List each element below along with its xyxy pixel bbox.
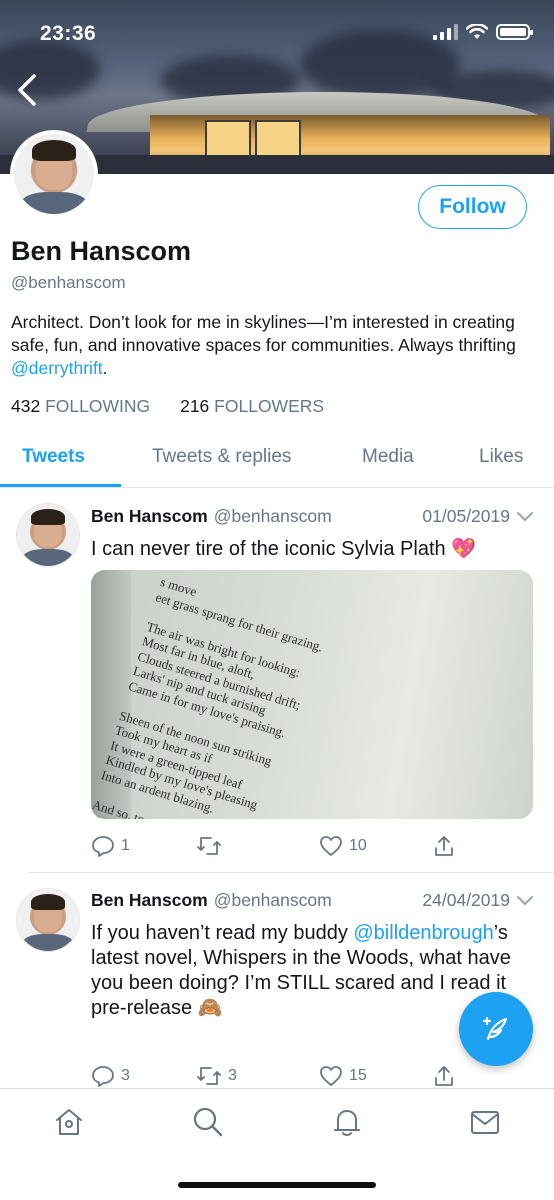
status-time: 23:36 xyxy=(40,22,97,45)
tweet-avatar[interactable] xyxy=(16,888,80,952)
tab-tweets[interactable]: Tweets xyxy=(22,446,85,468)
chevron-left-icon[interactable] xyxy=(12,70,46,110)
like-count: 15 xyxy=(349,1067,367,1084)
like-button[interactable]: 10 xyxy=(319,834,433,858)
notifications-icon[interactable] xyxy=(330,1105,364,1139)
tab-tweets-replies[interactable]: Tweets & replies xyxy=(152,446,291,468)
tweet-actions: 3 3 15 xyxy=(91,1064,531,1088)
tweet-date-row: 24/04/2019 xyxy=(422,890,534,911)
followers-number: 216 xyxy=(180,396,210,416)
home-icon[interactable] xyxy=(52,1105,86,1139)
tweet-author-name[interactable]: Ben Hanscom xyxy=(91,506,208,527)
like-count: 10 xyxy=(349,837,367,854)
tweet-author-name[interactable]: Ben Hanscom xyxy=(91,890,208,911)
profile-name: Ben Hanscom xyxy=(11,236,192,266)
tweet-avatar[interactable] xyxy=(16,503,80,567)
following-label: FOLLOWING xyxy=(45,396,151,416)
wifi-icon xyxy=(466,24,488,39)
retweet-button[interactable]: 3 xyxy=(196,1064,319,1088)
follow-counts: 432 FOLLOWING 216 FOLLOWERS xyxy=(11,396,324,417)
tweet-date: 24/04/2019 xyxy=(422,890,510,910)
profile-handle: @benhanscom xyxy=(11,273,126,292)
following-count[interactable]: 432 FOLLOWING xyxy=(11,396,150,417)
retweet-icon xyxy=(197,1067,221,1085)
tweet-date: 01/05/2019 xyxy=(422,506,510,526)
tweet-author-handle: @benhanscom xyxy=(213,506,332,526)
bio-link[interactable]: @derrythrift xyxy=(11,358,103,378)
followers-count[interactable]: 216 FOLLOWERS xyxy=(180,396,324,417)
bio-end: . xyxy=(102,358,108,378)
share-button[interactable] xyxy=(433,834,455,858)
tweet-text: If you haven’t read my buddy @billdenbro… xyxy=(91,921,531,1021)
share-button[interactable] xyxy=(433,1064,455,1088)
followers-label: FOLLOWERS xyxy=(214,396,325,416)
following-number: 432 xyxy=(11,396,41,416)
status-bar: 23:36 xyxy=(0,0,554,64)
reply-icon xyxy=(92,1066,114,1087)
like-button[interactable]: 15 xyxy=(319,1064,433,1088)
tweet[interactable]: Ben Hanscom @benhanscom 01/05/2019 I can… xyxy=(0,488,554,872)
reply-button[interactable]: 1 xyxy=(91,834,196,858)
compose-tweet-button[interactable] xyxy=(459,992,533,1066)
tweet-date-row: 01/05/2019 xyxy=(422,506,534,527)
messages-icon[interactable] xyxy=(468,1105,502,1139)
home-indicator[interactable] xyxy=(178,1182,376,1188)
share-icon xyxy=(435,836,453,856)
follow-button[interactable]: Follow xyxy=(418,185,527,229)
profile-bio: Architect. Don’t look for me in skylines… xyxy=(11,311,531,380)
tab-media[interactable]: Media xyxy=(362,446,414,468)
search-icon[interactable] xyxy=(191,1105,225,1139)
chevron-down-icon[interactable] xyxy=(516,895,534,907)
tweet-text: I can never tire of the iconic Sylvia Pl… xyxy=(91,538,477,560)
reply-button[interactable]: 3 xyxy=(91,1064,196,1088)
tab-likes[interactable]: Likes xyxy=(479,446,523,468)
tweet-header: Ben Hanscom @benhanscom xyxy=(91,890,332,911)
tweet-mention-link[interactable]: @billdenbrough xyxy=(353,922,493,944)
retweet-icon xyxy=(197,837,221,855)
reply-count: 1 xyxy=(121,837,130,854)
heart-icon xyxy=(320,1066,342,1086)
heart-icon xyxy=(320,836,342,856)
reply-count: 3 xyxy=(121,1067,130,1084)
tweet-header: Ben Hanscom @benhanscom xyxy=(91,506,332,527)
signal-icon xyxy=(433,24,458,40)
chevron-down-icon[interactable] xyxy=(516,511,534,523)
bio-text: Architect. Don’t look for me in skylines… xyxy=(11,312,516,355)
share-icon xyxy=(435,1066,453,1086)
active-tab-indicator xyxy=(0,484,121,487)
retweet-count: 3 xyxy=(228,1067,237,1084)
battery-icon xyxy=(496,24,533,40)
profile-tabs: Tweets Tweets & replies Media Likes xyxy=(0,436,554,488)
retweet-button[interactable] xyxy=(196,834,319,858)
tweet-text-start: If you haven’t read my buddy xyxy=(91,922,354,944)
compose-tweet-icon xyxy=(482,1016,508,1041)
tweet-author-handle: @benhanscom xyxy=(213,890,332,910)
profile-avatar[interactable] xyxy=(10,130,98,218)
tweet-media-image[interactable]: s move eet grass sprang for their grazin… xyxy=(91,570,533,819)
tweet-actions: 1 10 xyxy=(91,834,531,858)
reply-icon xyxy=(92,836,114,857)
